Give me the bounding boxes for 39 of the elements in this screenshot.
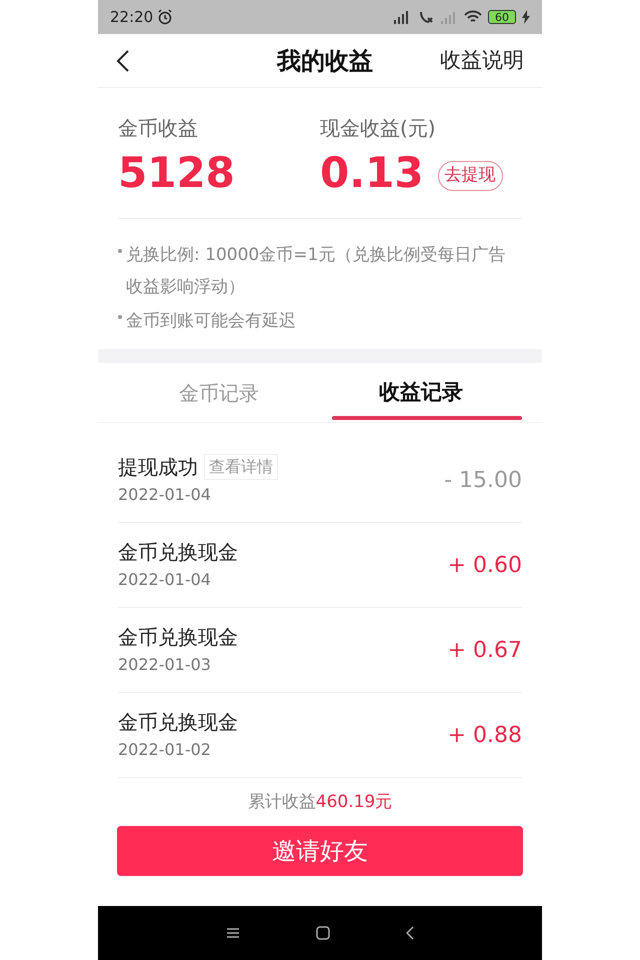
stat-label: 现金收益(元) (320, 115, 437, 142)
status-time: 22:20 (110, 6, 154, 28)
record-title: 金币兑换现金 (118, 539, 238, 566)
menu-icon[interactable] (226, 927, 240, 939)
total-earnings-value: 460.19元 (316, 791, 392, 814)
view-details-button[interactable]: 查看详情 (204, 454, 278, 480)
record-amount: + 0.67 (448, 636, 522, 664)
record-amount: - 15.00 (444, 466, 522, 494)
record-date: 2022-01-04 (118, 484, 212, 506)
signal-icon (440, 10, 458, 24)
charging-icon (522, 10, 530, 24)
stat-value: 0.13 (320, 148, 424, 198)
total-earnings-label: 累计收益 (248, 791, 316, 814)
record-amount: + 0.88 (448, 722, 522, 750)
note-text: 兑换比例: 10000金币=1元（兑换比例受每日广告收益影响浮动） (126, 244, 506, 299)
stat-value: 5128 (118, 148, 235, 198)
bullet-icon (118, 249, 122, 253)
record-amount: + 0.60 (448, 552, 522, 580)
invite-friends-button[interactable]: 邀请好友 (117, 826, 523, 876)
note-text: 金币到账可能会有延迟 (126, 310, 296, 333)
home-icon[interactable] (316, 926, 330, 940)
record-date: 2022-01-04 (118, 569, 212, 591)
record-date: 2022-01-02 (118, 739, 212, 761)
page-title: 我的收益 (277, 46, 373, 76)
withdraw-button[interactable]: 去提现 (438, 161, 503, 191)
earnings-info-link[interactable]: 收益说明 (440, 44, 524, 76)
battery-icon: 60 (488, 10, 516, 24)
records-tab[interactable]: 收益记录 (320, 363, 522, 422)
records-tab[interactable]: 金币记录 (118, 363, 320, 422)
record-title: 金币兑换现金 (118, 624, 238, 651)
back-icon[interactable] (406, 926, 414, 940)
alarm-icon (157, 9, 174, 25)
phone-icon (418, 10, 434, 24)
record-title: 提现成功 (118, 454, 198, 481)
bullet-icon (118, 315, 122, 319)
wifi-icon (464, 10, 482, 24)
record-date: 2022-01-03 (118, 654, 212, 676)
stat-label: 金币收益 (118, 115, 199, 142)
record-title: 金币兑换现金 (118, 709, 238, 736)
